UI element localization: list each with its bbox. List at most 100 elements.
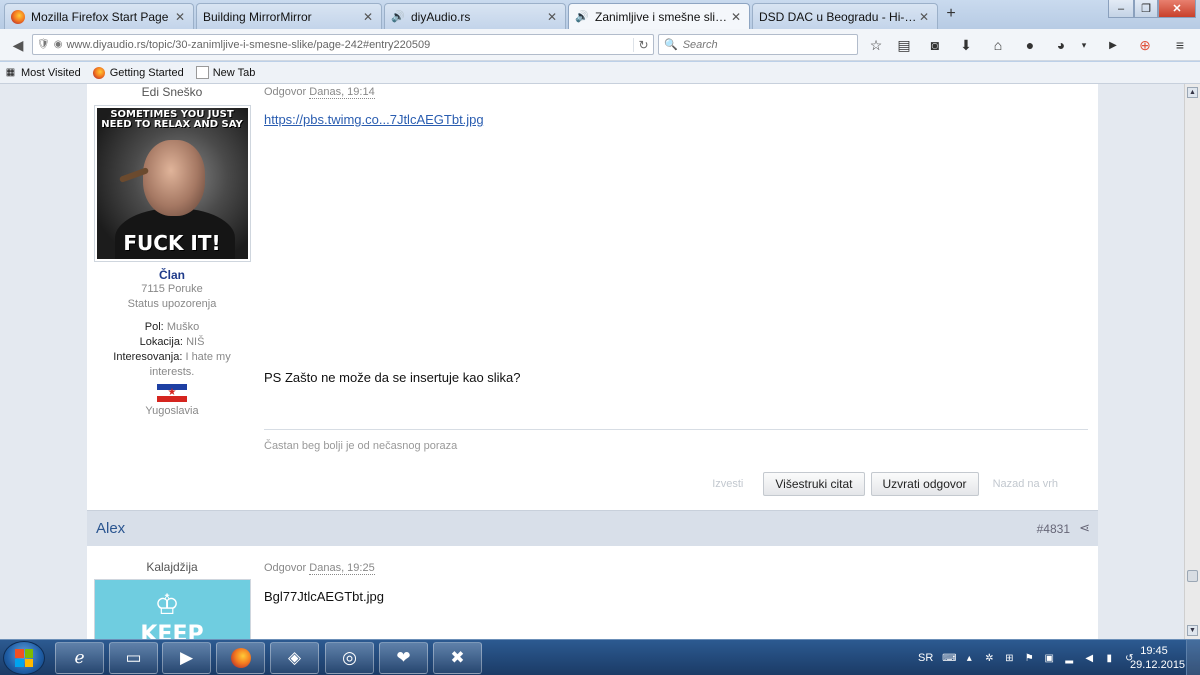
close-icon[interactable]: ✕ (729, 10, 743, 24)
close-icon[interactable]: ✕ (173, 10, 187, 24)
author-name[interactable]: Alex (96, 520, 125, 537)
author-column: Kalajdžija ♔ KEEP (87, 560, 257, 639)
windows-flag-icon[interactable]: ⊞ (1002, 651, 1016, 665)
clock[interactable]: 19:45 29.12.2015 (1130, 644, 1185, 672)
addon-monkey-icon[interactable]: ◕ (1051, 35, 1071, 55)
chevron-down-icon[interactable]: ▾ (1074, 35, 1094, 55)
posted-prefix: Odgovor (264, 86, 307, 98)
avatar[interactable]: ♔ KEEP (93, 579, 251, 639)
start-button[interactable] (3, 641, 45, 675)
tab-dsd-dac[interactable]: DSD DAC u Beogradu - Hi-End ... ✕ (752, 3, 938, 29)
post-number[interactable]: #4831 (1037, 522, 1070, 536)
post-text: PS Zašto ne može da se insertuje kao sli… (264, 370, 521, 385)
app-icon[interactable]: ◈ (270, 642, 319, 674)
bookmark-star-icon[interactable]: ☆ (866, 35, 886, 55)
display-icon[interactable]: ▣ (1042, 651, 1056, 665)
bookmark-getting-started[interactable]: Getting Started (93, 66, 184, 79)
pocket-icon[interactable]: ◙ (925, 35, 945, 55)
bookmark-label: Most Visited (21, 66, 81, 79)
tray-expand-icon[interactable]: ▴ (962, 651, 976, 665)
post-date[interactable]: Danas, 19:25 (309, 562, 375, 575)
firefox-icon[interactable] (216, 642, 265, 674)
scroll-down-icon[interactable]: ▼ (1187, 625, 1198, 636)
crown-icon: ♔ (154, 589, 180, 620)
windows-logo-icon (15, 649, 33, 667)
search-icon: 🔍 (664, 39, 678, 51)
bookmark-new-tab[interactable]: New Tab (195, 66, 256, 79)
scroll-up-icon[interactable]: ▲ (1187, 87, 1198, 98)
url-bar[interactable]: 🛡 ◉ www.diyaudio.rs/topic/30-zanimljive-… (32, 34, 654, 55)
search-box[interactable]: 🔍 (658, 34, 858, 55)
network-signal-icon[interactable]: ▂ (1062, 651, 1076, 665)
browser-icon[interactable]: ◎ (325, 642, 374, 674)
reply-button[interactable]: Uzvrati odgovor (870, 472, 979, 496)
tab-zanimljive[interactable]: 🔊 Zanimljive i smešne slike - ... ✕ (568, 3, 750, 29)
warning-status[interactable]: Status upozorenja (87, 297, 257, 312)
post-date[interactable]: Danas, 19:14 (309, 86, 375, 99)
avatar[interactable]: SOMETIMES YOU JUST NEED TO RELAX AND SAY… (93, 105, 251, 262)
keyboard-icon[interactable]: ⌨ (942, 651, 956, 665)
post-actions: Izvesti Višestruki citat Uzvrati odgovor… (698, 472, 1072, 496)
scroll-thumb[interactable] (1187, 570, 1198, 582)
tab-firefox-start[interactable]: Mozilla Firefox Start Page ✕ (4, 3, 194, 29)
url-text[interactable]: www.diyaudio.rs/topic/30-zanimljive-i-sm… (66, 39, 633, 51)
power-icon[interactable]: ▮ (1102, 651, 1116, 665)
bookmarks-toolbar: ▦ Most Visited Getting Started New Tab (0, 62, 1200, 84)
reload-icon[interactable]: ↻ (633, 37, 653, 52)
author-column: Edi Sneško SOMETIMES YOU JUST NEED TO RE… (87, 85, 257, 419)
internet-explorer-icon[interactable]: ℯ (55, 642, 104, 674)
reading-list-icon[interactable]: ▤ (894, 35, 914, 55)
posted-prefix: Odgovor (264, 562, 307, 574)
new-tab-button[interactable]: + (942, 5, 960, 23)
post-text: Bgl77JtlcAEGTbt.jpg (264, 589, 384, 604)
tab-label: Zanimljive i smešne slike - ... (595, 9, 729, 24)
multiquote-button[interactable]: Višestruki citat (763, 472, 865, 496)
image-link[interactable]: https://pbs.twimg.co...7JtlcAEGTbt.jpg (264, 112, 484, 127)
back-button[interactable]: ◀ (6, 34, 30, 56)
tab-building-mirrormirror[interactable]: Building MirrorMirror ✕ (196, 3, 382, 29)
share-icon[interactable]: ⋖ (1079, 520, 1090, 536)
shield-icon[interactable]: 🛡 (37, 39, 50, 50)
tab-label: DSD DAC u Beogradu - Hi-End ... (759, 9, 917, 24)
file-explorer-icon[interactable]: ▭ (109, 642, 158, 674)
close-icon[interactable]: ✕ (917, 10, 931, 24)
restore-button[interactable]: ❐ (1134, 0, 1158, 18)
tab-label: Building MirrorMirror (203, 9, 312, 24)
close-icon[interactable]: ✕ (545, 10, 559, 24)
tab-diyaudio[interactable]: 🔊 diyAudio.rs ✕ (384, 3, 566, 29)
report-link[interactable]: Izvesti (712, 478, 743, 490)
bookmark-most-visited[interactable]: ▦ Most Visited (4, 66, 81, 79)
youtube-icon[interactable]: ▶ (1103, 35, 1123, 55)
vertical-scrollbar[interactable]: ▲ ▼ (1184, 84, 1200, 639)
post-header: Alex #4831 ⋖ (87, 510, 1098, 546)
post-date-line: Odgovor Danas, 19:25 (264, 562, 375, 575)
signature-divider (264, 429, 1088, 430)
heart-app-icon[interactable]: ❤ (379, 642, 428, 674)
media-player-icon[interactable]: ▶ (162, 642, 211, 674)
bookmark-label: New Tab (212, 66, 256, 79)
yugoslavia-flag-icon: ★ (157, 384, 187, 402)
volume-icon[interactable]: ◀ (1082, 651, 1096, 665)
close-window-button[interactable]: ✕ (1158, 0, 1196, 18)
page-viewport: Edi Sneško SOMETIMES YOU JUST NEED TO RE… (0, 84, 1184, 639)
bookmarks-folder-icon: ▦ (5, 67, 16, 78)
field-label: Interesovanja: (113, 351, 183, 363)
action-center-icon[interactable]: ⚑ (1022, 651, 1036, 665)
back-to-top-link[interactable]: Nazad na vrh (993, 478, 1058, 490)
language-indicator[interactable]: SR (918, 652, 933, 664)
search-input[interactable] (682, 38, 843, 51)
member-title: Kalajdžija (146, 560, 198, 574)
excel-icon[interactable]: ✖ (433, 642, 482, 674)
minimize-button[interactable]: – (1108, 0, 1134, 18)
home-icon[interactable]: ⌂ (988, 35, 1008, 55)
avatar-caption-bottom: FUCK IT! (123, 231, 221, 255)
menu-icon[interactable]: ≡ (1170, 35, 1190, 55)
show-desktop-button[interactable] (1186, 640, 1200, 675)
close-icon[interactable]: ✕ (361, 10, 375, 24)
settings-icon[interactable]: ✲ (982, 651, 996, 665)
download-icon[interactable]: ⬇ (956, 35, 976, 55)
lifebuoy-icon[interactable]: ⊕ (1135, 35, 1155, 55)
field-value: Muško (166, 321, 200, 333)
chat-icon[interactable]: ● (1020, 35, 1040, 55)
page-icon (195, 66, 209, 79)
